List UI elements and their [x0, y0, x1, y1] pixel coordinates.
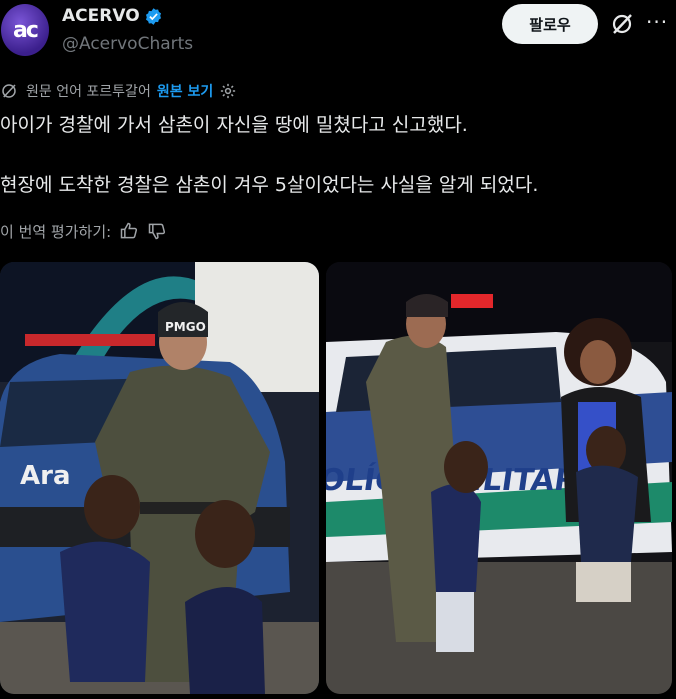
translation-bar: 원문 언어 포르투갈어 원본 보기	[0, 80, 237, 102]
thumbs-up-icon[interactable]	[119, 221, 139, 241]
thumbs-down-icon[interactable]	[147, 221, 167, 241]
tweet-text: 아이가 경찰에 가서 삼촌이 자신을 땅에 밀쳤다고 신고했다. 현장에 도착한…	[0, 110, 676, 200]
display-name[interactable]: ACERVO	[62, 6, 140, 26]
more-options-icon[interactable]: ···	[646, 10, 668, 34]
follow-button[interactable]: 팔로우	[502, 4, 598, 44]
name-row: ACERVO	[62, 6, 163, 26]
verified-badge-icon	[145, 7, 161, 25]
photo-officer-with-kids-right: POLÍCIA MILITAR	[326, 262, 672, 694]
photo-left[interactable]: Ara PMGO	[0, 262, 319, 694]
grok-icon[interactable]	[610, 12, 634, 36]
photo-officer-with-kids-left: Ara PMGO	[0, 262, 319, 694]
rate-translation-label: 이 번역 평가하기:	[0, 222, 112, 241]
gear-icon[interactable]	[219, 82, 237, 100]
translation-source-label: 원문 언어 포르투갈어	[26, 84, 151, 100]
photo-right[interactable]: POLÍCIA MILITAR	[326, 262, 672, 694]
translate-icon	[2, 84, 16, 98]
user-handle[interactable]: @AcervoCharts	[62, 34, 193, 54]
tweet-line-2: 현장에 도착한 경찰은 삼촌이 겨우 5살이었다는 사실을 알게 되었다.	[0, 174, 539, 196]
cap-text: PMGO	[165, 320, 206, 334]
avatar[interactable]: ac	[1, 4, 49, 56]
car-door-text: Ara	[20, 461, 71, 491]
tweet-header: ac ACERVO @AcervoCharts 팔로우 ···	[0, 0, 676, 70]
rate-translation-bar: 이 번역 평가하기:	[0, 219, 167, 243]
show-original-link[interactable]: 원본 보기	[157, 81, 213, 101]
tweet-line-1: 아이가 경찰에 가서 삼촌이 자신을 땅에 밀쳤다고 신고했다.	[0, 114, 468, 136]
